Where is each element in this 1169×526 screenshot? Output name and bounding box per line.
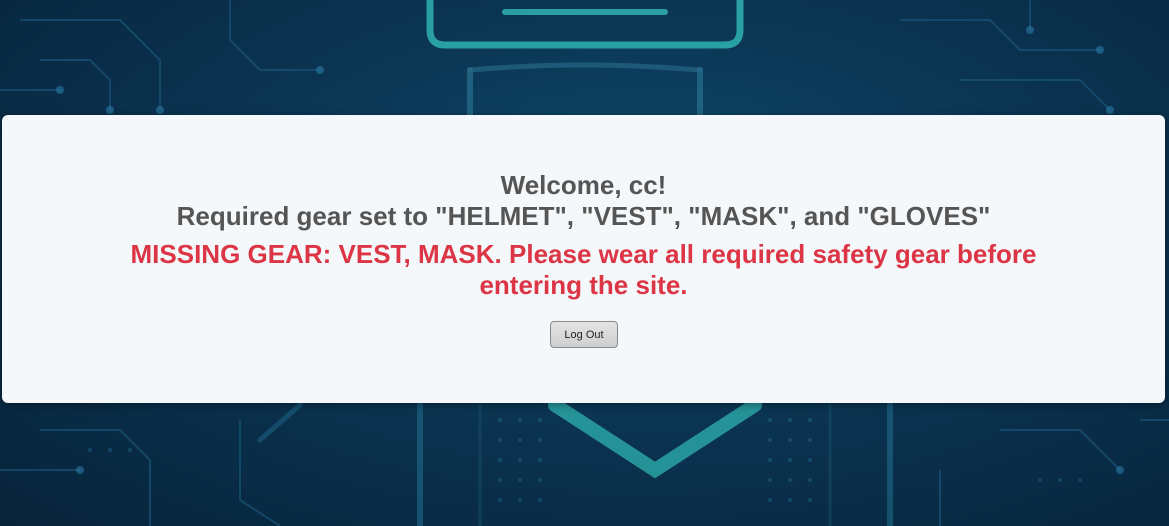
login-result-page: Welcome, cc! Required gear set to "HELME… [0, 0, 1169, 526]
status-card: Welcome, cc! Required gear set to "HELME… [2, 115, 1165, 403]
logout-button[interactable]: Log Out [550, 321, 618, 348]
required-gear-text: Required gear set to "HELMET", "VEST", "… [176, 201, 991, 231]
welcome-heading: Welcome, cc! [500, 170, 667, 200]
missing-gear-warning: MISSING GEAR: VEST, MASK. Please wear al… [130, 239, 1037, 300]
